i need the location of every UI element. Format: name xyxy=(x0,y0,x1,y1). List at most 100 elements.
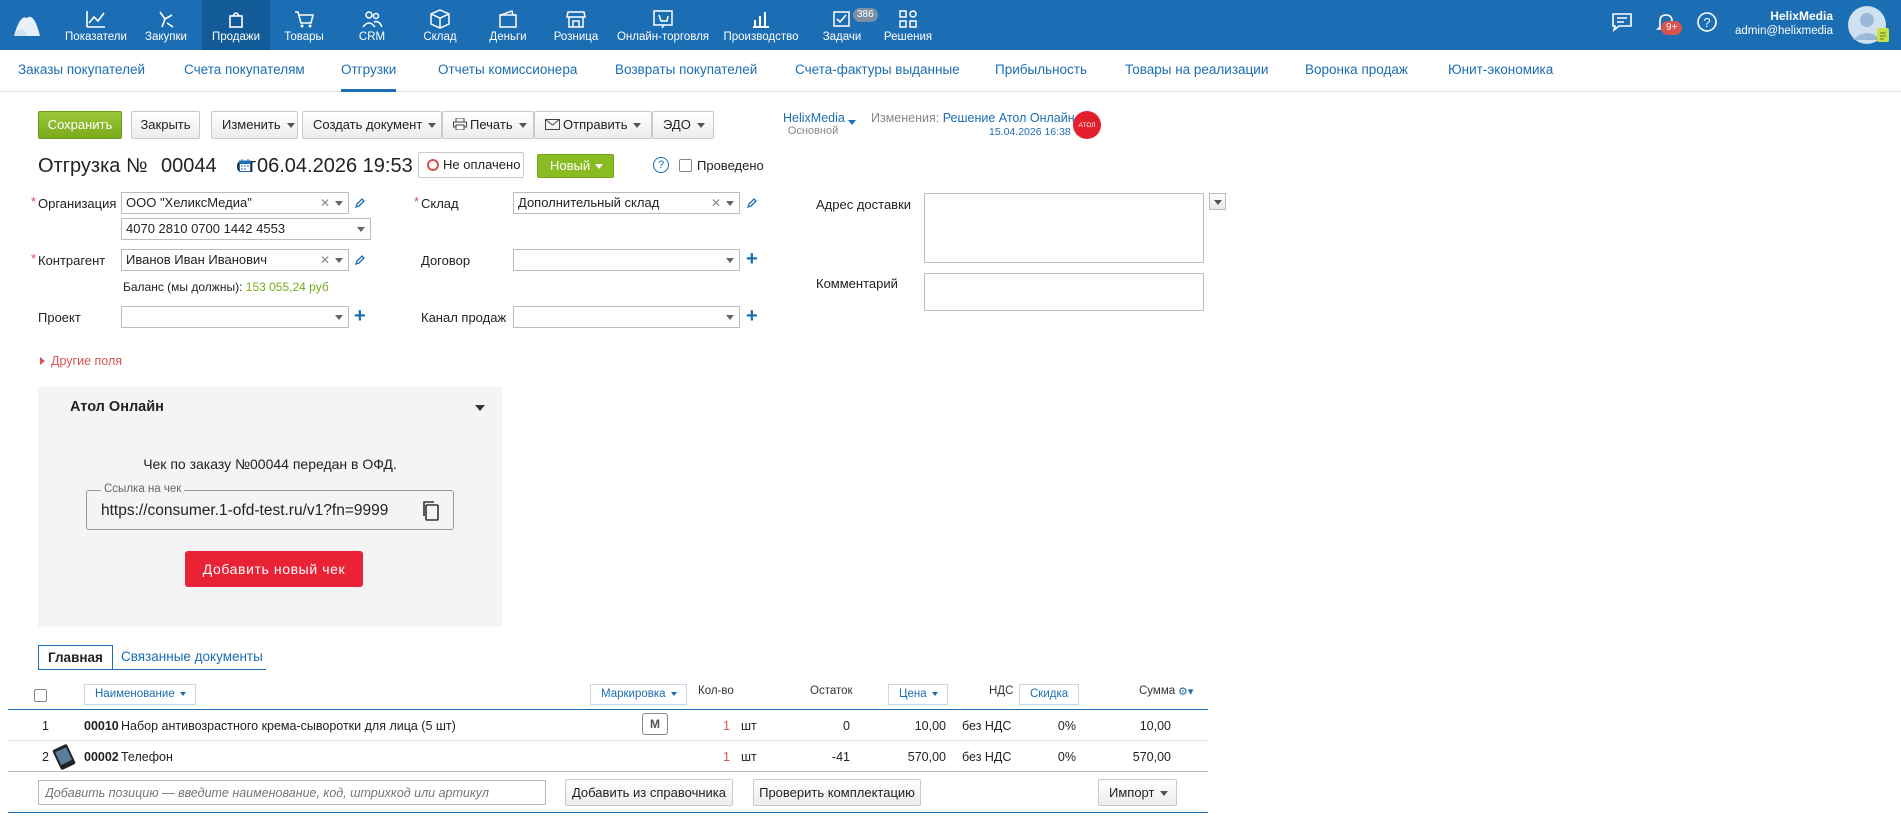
account-selector[interactable]: HelixMedia Основной xyxy=(783,111,845,137)
phone-thumbnail-icon[interactable] xyxy=(52,743,80,771)
subtab-customer-returns[interactable]: Возвраты покупателей xyxy=(615,62,757,77)
column-rest-header[interactable]: Остаток xyxy=(810,685,853,697)
nav-item-production[interactable]: Производство xyxy=(718,0,804,50)
clear-icon[interactable]: ✕ xyxy=(320,250,330,270)
row-name[interactable]: Телефон xyxy=(121,750,173,764)
row-vat[interactable]: без НДС xyxy=(962,750,1011,764)
other-fields-toggle[interactable]: Другие поля xyxy=(40,354,122,368)
contract-select[interactable] xyxy=(513,249,740,271)
logo-icon[interactable] xyxy=(12,10,42,38)
bank-account-select[interactable]: 4070 2810 0700 1442 4553 xyxy=(121,218,371,240)
add-project-icon[interactable]: + xyxy=(354,306,366,326)
select-all-checkbox[interactable] xyxy=(34,689,47,702)
nav-item-online-trade[interactable]: Онлайн-торговля xyxy=(612,0,714,50)
payment-status-button[interactable]: Не оплачено xyxy=(418,152,524,178)
user-avatar-icon[interactable] xyxy=(1847,4,1891,46)
row-vat[interactable]: без НДС xyxy=(962,719,1011,733)
subtab-profitability[interactable]: Прибыльность xyxy=(995,62,1087,77)
row-name[interactable]: Набор антивозрастного крема-сыворотки дл… xyxy=(121,719,456,733)
row-price[interactable]: 10,00 xyxy=(880,719,946,733)
subtab-commission-reports[interactable]: Отчеты комиссионера xyxy=(438,62,577,77)
receipt-link-value[interactable]: https://consumer.1-ofd-test.ru/v1?fn=999… xyxy=(101,502,411,520)
nav-item-solutions[interactable]: Решения xyxy=(878,0,938,50)
changes-source-link[interactable]: Решение Атол Онлайн xyxy=(943,111,1075,125)
clear-icon[interactable]: ✕ xyxy=(320,193,330,213)
import-button[interactable]: Импорт xyxy=(1098,779,1177,806)
tab-main[interactable]: Главная xyxy=(38,645,113,670)
row-discount[interactable]: 0% xyxy=(1040,719,1076,733)
comment-input[interactable] xyxy=(924,273,1204,311)
marking-badge[interactable]: М xyxy=(642,713,668,735)
conducted-checkbox[interactable] xyxy=(679,159,692,172)
column-price-header[interactable]: Цена xyxy=(888,684,948,705)
document-date[interactable]: 06.04.2026 19:53 xyxy=(257,155,413,178)
add-from-catalog-button[interactable]: Добавить из справочника xyxy=(565,779,733,806)
gear-icon[interactable]: ⚙▾ xyxy=(1178,685,1193,698)
close-button[interactable]: Закрыть xyxy=(131,111,200,139)
nav-item-money[interactable]: Деньги xyxy=(476,0,540,50)
pencil-icon[interactable] xyxy=(354,254,366,266)
tab-related-documents[interactable]: Связанные документы xyxy=(112,645,272,670)
nav-item-indicators[interactable]: Показатели xyxy=(62,0,130,50)
delivery-address-dropdown[interactable] xyxy=(1209,193,1226,210)
subtab-customer-invoices[interactable]: Счета покупателям xyxy=(184,62,305,77)
help-circle-icon[interactable]: ? xyxy=(653,157,669,173)
nav-item-sales[interactable]: Продажи xyxy=(202,0,270,50)
add-new-receipt-button[interactable]: Добавить новый чек xyxy=(185,551,363,587)
project-select[interactable] xyxy=(121,306,349,328)
document-number[interactable]: 00044 xyxy=(161,155,217,177)
user-name[interactable]: HelixMedia xyxy=(1770,9,1833,23)
sales-channel-select[interactable] xyxy=(513,306,740,328)
copy-icon[interactable] xyxy=(421,500,441,522)
organization-select[interactable]: ООО "ХеликсМедиа" ✕ xyxy=(121,192,349,214)
column-marking-header[interactable]: Маркировка xyxy=(590,684,687,705)
help-icon[interactable]: ? xyxy=(1695,10,1719,34)
subtab-issued-invoices[interactable]: Счета-фактуры выданные xyxy=(795,62,960,77)
account-name: HelixMedia xyxy=(783,111,845,125)
user-email[interactable]: admin@helixmedia xyxy=(1735,25,1833,37)
add-sales-channel-icon[interactable]: + xyxy=(746,306,758,326)
chevron-down-icon[interactable] xyxy=(848,120,856,125)
column-discount-header[interactable]: Скидка xyxy=(1019,684,1079,705)
create-document-button[interactable]: Создать документ xyxy=(302,111,442,139)
receipt-link-field[interactable]: Ссылка на чек https://consumer.1-ofd-tes… xyxy=(86,483,454,530)
nav-item-goods[interactable]: Товары xyxy=(272,0,336,50)
calendar-icon[interactable] xyxy=(239,159,251,172)
add-position-input[interactable] xyxy=(38,780,546,805)
nav-item-purchases[interactable]: Закупки xyxy=(134,0,198,50)
subtab-shipments[interactable]: Отгрузки xyxy=(341,62,397,92)
print-button[interactable]: Печать xyxy=(442,111,534,139)
status-dropdown[interactable]: Новый xyxy=(537,154,614,178)
check-set-button[interactable]: Проверить комплектацию xyxy=(753,779,921,806)
column-vat-header[interactable]: НДС xyxy=(989,685,1013,697)
organization-label: Организация xyxy=(31,194,116,211)
subtab-unit-economics[interactable]: Юнит-экономика xyxy=(1448,62,1553,77)
nav-item-retail[interactable]: Розница xyxy=(544,0,608,50)
send-button[interactable]: Отправить xyxy=(534,111,652,139)
chevron-down-icon[interactable] xyxy=(475,405,485,411)
row-qty[interactable]: 1 xyxy=(700,750,730,764)
edo-button[interactable]: ЭДО xyxy=(652,111,714,139)
row-qty[interactable]: 1 xyxy=(700,719,730,733)
chat-icon[interactable] xyxy=(1610,10,1634,34)
nav-item-tasks[interactable]: Задачи 386 xyxy=(808,0,878,50)
edit-dropdown-button[interactable]: Изменить xyxy=(211,111,298,139)
row-price[interactable]: 570,00 xyxy=(880,750,946,764)
nav-item-crm[interactable]: CRM xyxy=(340,0,404,50)
row-discount[interactable]: 0% xyxy=(1040,750,1076,764)
pencil-icon[interactable] xyxy=(354,197,366,209)
warehouse-select[interactable]: Дополнительный склад ✕ xyxy=(513,192,740,214)
add-contract-icon[interactable]: + xyxy=(746,249,758,269)
column-qty-header[interactable]: Кол-во xyxy=(698,685,734,697)
save-button[interactable]: Сохранить xyxy=(38,111,122,139)
column-sum-header[interactable]: Сумма xyxy=(1139,685,1175,697)
subtab-goods-on-sale[interactable]: Товары на реализации xyxy=(1125,62,1268,77)
nav-item-warehouse[interactable]: Склад xyxy=(408,0,472,50)
subtab-sales-funnel[interactable]: Воронка продаж xyxy=(1305,62,1408,77)
delivery-address-input[interactable] xyxy=(924,193,1204,263)
clear-icon[interactable]: ✕ xyxy=(711,193,721,213)
column-name-header[interactable]: Наименование xyxy=(84,684,196,705)
pencil-icon[interactable] xyxy=(746,197,758,209)
subtab-customer-orders[interactable]: Заказы покупателей xyxy=(18,62,145,77)
contractor-select[interactable]: Иванов Иван Иванович ✕ xyxy=(121,249,349,271)
